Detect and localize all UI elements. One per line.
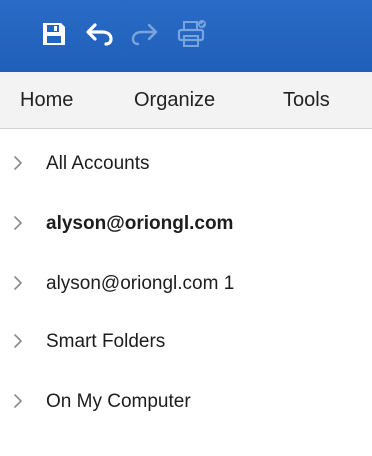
chevron-right-icon[interactable]: [13, 214, 23, 232]
redo-icon: [131, 23, 158, 46]
folder-label: On My Computer: [46, 391, 191, 412]
tab-tools[interactable]: Tools: [283, 72, 330, 128]
menu-bar: Home Organize Tools: [0, 72, 372, 129]
chevron-right-icon[interactable]: [13, 154, 23, 172]
folder-item-all-accounts[interactable]: All Accounts: [0, 140, 372, 188]
redo-button[interactable]: [128, 18, 160, 50]
folder-item-on-my-computer[interactable]: On My Computer: [0, 378, 372, 426]
title-bar: [0, 0, 372, 72]
tab-home[interactable]: Home: [20, 72, 73, 128]
chevron-right-icon[interactable]: [13, 392, 23, 410]
chevron-right-icon[interactable]: [13, 274, 23, 292]
undo-button[interactable]: [84, 18, 116, 50]
save-button[interactable]: [38, 18, 70, 50]
folder-item-account-1[interactable]: alyson@oriongl.com 1: [0, 260, 372, 308]
tab-organize[interactable]: Organize: [134, 72, 215, 128]
folder-item-smart-folders[interactable]: Smart Folders: [0, 318, 372, 366]
print-icon: [177, 20, 206, 47]
folder-label: alyson@oriongl.com 1: [46, 273, 235, 294]
folder-label: Smart Folders: [46, 331, 166, 352]
folder-label: alyson@oriongl.com: [46, 213, 234, 234]
chevron-right-icon[interactable]: [13, 332, 23, 350]
save-icon: [43, 23, 65, 45]
print-button[interactable]: [174, 18, 210, 50]
folder-item-account[interactable]: alyson@oriongl.com: [0, 200, 372, 248]
folder-label: All Accounts: [46, 153, 150, 174]
undo-icon: [86, 23, 113, 46]
folder-list: All Accounts alyson@oriongl.com alyson@o…: [0, 129, 372, 456]
